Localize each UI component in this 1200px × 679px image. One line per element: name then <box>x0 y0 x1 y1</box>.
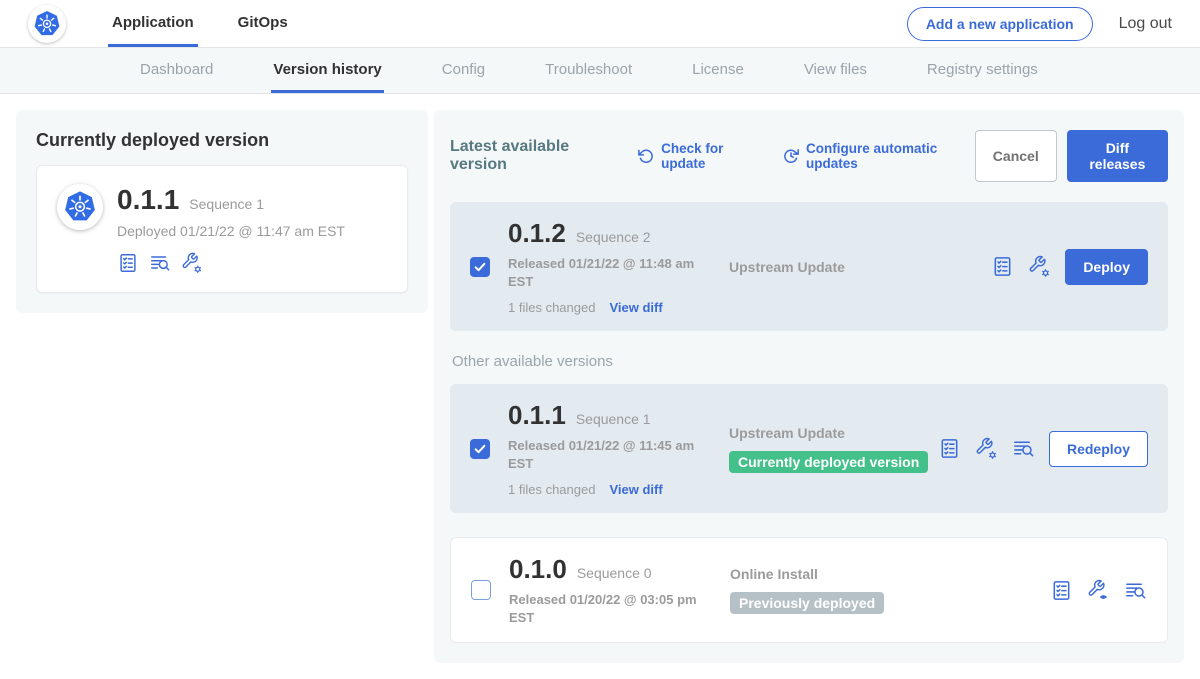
version-row-0-1-1: 0.1.1 Sequence 1 Released 01/21/22 @ 11:… <box>450 384 1168 513</box>
files-changed-label: 1 files changed <box>508 300 595 315</box>
preflight-checklist-icon[interactable] <box>991 255 1014 278</box>
version-checkbox[interactable] <box>471 580 491 600</box>
app-nav-tabs: Application GitOps <box>108 0 292 47</box>
version-row-0-1-0: 0.1.0 Sequence 0 Released 01/20/22 @ 03:… <box>450 537 1168 643</box>
released-timestamp: Released 01/21/22 @ 11:48 am EST <box>508 255 723 290</box>
refresh-icon <box>637 147 655 165</box>
scheduled-update-icon <box>782 147 800 165</box>
edit-config-icon[interactable] <box>975 437 998 460</box>
view-logs-icon[interactable] <box>1012 437 1035 460</box>
version-checkbox[interactable] <box>470 439 490 459</box>
deployed-timestamp: Deployed 01/21/22 @ 11:47 am EST <box>117 223 345 239</box>
deployed-version-number: 0.1.1 <box>117 184 179 216</box>
redeploy-button[interactable]: Redeploy <box>1049 431 1148 467</box>
view-logs-icon[interactable] <box>149 252 171 274</box>
files-changed-label: 1 files changed <box>508 482 595 497</box>
tab-gitops[interactable]: GitOps <box>234 0 292 47</box>
version-source-label: Upstream Update <box>729 259 991 275</box>
released-timestamp: Released 01/21/22 @ 11:45 am EST <box>508 437 723 472</box>
app-sub-nav: Dashboard Version history Config Trouble… <box>0 48 1200 94</box>
tab-config[interactable]: Config <box>440 48 487 93</box>
tab-version-history[interactable]: Version history <box>271 48 383 93</box>
previously-deployed-badge: Previously deployed <box>730 592 884 614</box>
preflight-checklist-icon[interactable] <box>938 437 961 460</box>
tab-license[interactable]: License <box>690 48 746 93</box>
tab-dashboard[interactable]: Dashboard <box>138 48 215 93</box>
edit-config-icon[interactable] <box>1028 255 1051 278</box>
tab-view-files[interactable]: View files <box>802 48 869 93</box>
sequence-label: Sequence 0 <box>577 565 652 581</box>
version-history-panel: Latest available version Check for updat… <box>434 110 1184 663</box>
version-number: 0.1.1 <box>508 400 566 431</box>
currently-deployed-title: Currently deployed version <box>36 130 408 151</box>
diff-releases-button[interactable]: Diff releases <box>1067 130 1168 182</box>
deploy-button[interactable]: Deploy <box>1065 249 1148 285</box>
preflight-checklist-icon[interactable] <box>117 252 139 274</box>
version-checkbox[interactable] <box>470 257 490 277</box>
configure-automatic-updates-link[interactable]: Configure automatic updates <box>782 141 975 171</box>
add-new-application-button[interactable]: Add a new application <box>907 7 1093 41</box>
deployed-sequence-label: Sequence 1 <box>189 196 264 212</box>
sequence-label: Sequence 1 <box>576 411 651 427</box>
version-source-label: Online Install <box>730 566 1050 582</box>
preflight-checklist-icon[interactable] <box>1050 579 1073 602</box>
deployed-version-card: 0.1.1 Sequence 1 Deployed 01/21/22 @ 11:… <box>36 165 408 293</box>
sequence-label: Sequence 2 <box>576 229 651 245</box>
tab-application[interactable]: Application <box>108 0 198 47</box>
logout-link[interactable]: Log out <box>1119 15 1172 33</box>
currently-deployed-badge: Currently deployed version <box>729 451 928 473</box>
kubernetes-logo[interactable] <box>28 5 66 43</box>
version-number: 0.1.0 <box>509 554 567 585</box>
edit-config-icon[interactable] <box>181 252 203 274</box>
version-source-label: Upstream Update <box>729 425 938 441</box>
other-available-versions-label: Other available versions <box>452 353 1168 370</box>
tab-registry-settings[interactable]: Registry settings <box>925 48 1040 93</box>
main-content: Currently deployed version 0.1.1 Sequenc… <box>0 94 1200 679</box>
latest-available-title: Latest available version <box>450 138 615 174</box>
version-number: 0.1.2 <box>508 218 566 249</box>
view-config-icon[interactable] <box>1087 579 1110 602</box>
version-row-0-1-2: 0.1.2 Sequence 2 Released 01/21/22 @ 11:… <box>450 202 1168 331</box>
cancel-button[interactable]: Cancel <box>975 130 1057 182</box>
view-diff-link[interactable]: View diff <box>609 482 662 497</box>
view-diff-link[interactable]: View diff <box>609 300 662 315</box>
currently-deployed-panel: Currently deployed version 0.1.1 Sequenc… <box>16 110 428 313</box>
check-for-update-link[interactable]: Check for update <box>637 141 760 171</box>
tab-troubleshoot[interactable]: Troubleshoot <box>543 48 634 93</box>
kubernetes-logo <box>57 184 103 230</box>
top-nav: Application GitOps Add a new application… <box>0 0 1200 48</box>
released-timestamp: Released 01/20/22 @ 03:05 pm EST <box>509 591 724 626</box>
version-history-header: Latest available version Check for updat… <box>450 130 1168 182</box>
view-logs-icon[interactable] <box>1124 579 1147 602</box>
